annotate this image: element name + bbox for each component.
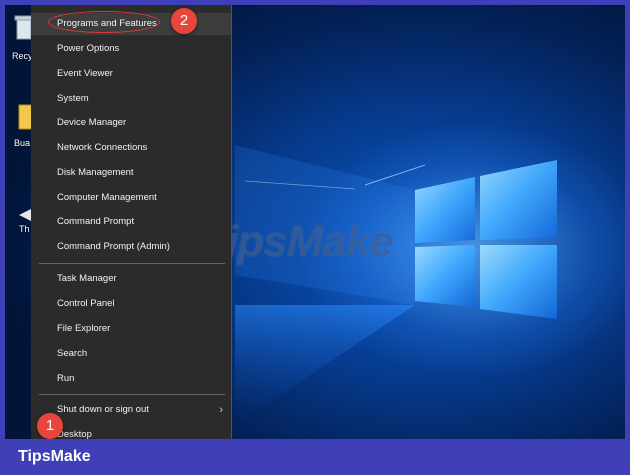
- step-badge-1: 1: [37, 413, 63, 439]
- menu-item-label: Run: [57, 373, 75, 384]
- menu-item-label: Command Prompt: [57, 216, 135, 227]
- menu-item-label: Event Viewer: [57, 68, 113, 79]
- menu-item-label: Search: [57, 348, 88, 359]
- menu-item-label: Disk Management: [57, 167, 134, 178]
- menu-item-command-prompt[interactable]: Command Prompt: [31, 211, 231, 233]
- step-badge-2: 2: [171, 8, 197, 34]
- menu-item-label: Command Prompt (Admin): [57, 241, 170, 252]
- menu-item-task-manager[interactable]: Task Manager: [31, 268, 231, 290]
- menu-item-control-panel[interactable]: Control Panel: [31, 293, 231, 315]
- menu-item-command-prompt-admin[interactable]: Command Prompt (Admin): [31, 236, 231, 258]
- footer-bar: TipsMake: [0, 439, 630, 475]
- menu-item-label: Computer Management: [57, 192, 157, 203]
- menu-separator: [39, 263, 225, 264]
- menu-item-label: Network Connections: [57, 142, 148, 153]
- menu-item-label: Control Panel: [57, 298, 115, 309]
- menu-item-label: System: [57, 93, 89, 104]
- menu-item-run[interactable]: Run: [31, 368, 231, 390]
- menu-item-network-connections[interactable]: Network Connections: [31, 137, 231, 159]
- menu-item-label: Task Manager: [57, 273, 117, 284]
- menu-item-search[interactable]: Search: [31, 343, 231, 365]
- chevron-right-icon: ›: [219, 404, 223, 416]
- desktop-icon-label: Bua: [14, 138, 31, 148]
- desktop-icon-label: Th: [19, 224, 30, 234]
- menu-item-label: File Explorer: [57, 323, 111, 334]
- menu-item-disk-management[interactable]: Disk Management: [31, 162, 231, 184]
- desktop-icon-label: Recy: [12, 51, 33, 61]
- menu-item-file-explorer[interactable]: File Explorer: [31, 318, 231, 340]
- menu-item-shut-down-or-sign-out[interactable]: Shut down or sign out ›: [31, 399, 231, 421]
- highlight-ring: [48, 11, 160, 33]
- menu-separator: [39, 394, 225, 395]
- menu-item-device-manager[interactable]: Device Manager: [31, 112, 231, 134]
- winx-context-menu: Programs and Features Power Options Even…: [31, 5, 232, 440]
- brand-logo-text: TipsMake: [18, 448, 91, 465]
- menu-item-label: Power Options: [57, 43, 120, 54]
- menu-item-label: Device Manager: [57, 117, 127, 128]
- menu-item-event-viewer[interactable]: Event Viewer: [31, 63, 231, 85]
- menu-item-computer-management[interactable]: Computer Management: [31, 187, 231, 209]
- menu-item-power-options[interactable]: Power Options: [31, 38, 231, 60]
- menu-item-label: Shut down or sign out: [57, 404, 149, 415]
- menu-item-system[interactable]: System: [31, 88, 231, 110]
